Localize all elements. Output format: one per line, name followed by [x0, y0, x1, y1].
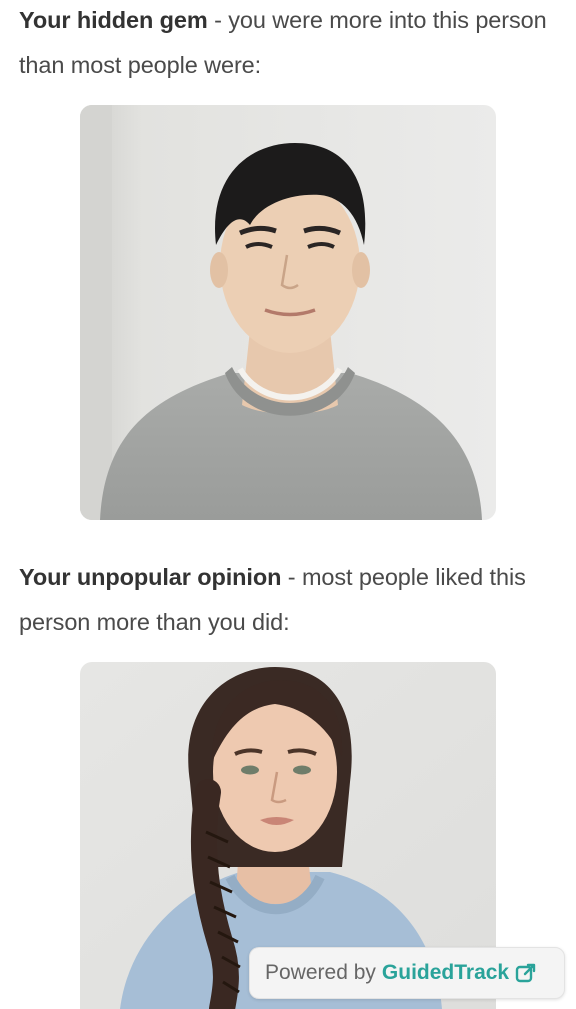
powered-by-label: Powered by: [265, 961, 376, 984]
powered-by-guidedtrack-link[interactable]: Powered by GuidedTrack: [249, 947, 565, 999]
unpopular-opinion-heading: Your unpopular opinion: [19, 564, 282, 590]
hidden-gem-caption: Your hidden gem - you were more into thi…: [19, 0, 564, 88]
guidedtrack-brand: GuidedTrack: [381, 961, 510, 984]
external-link-icon: [515, 962, 537, 984]
unpopular-opinion-caption: Your unpopular opinion - most people lik…: [19, 555, 564, 645]
hidden-gem-photo: [80, 105, 496, 520]
hidden-gem-heading: Your hidden gem: [19, 7, 208, 33]
